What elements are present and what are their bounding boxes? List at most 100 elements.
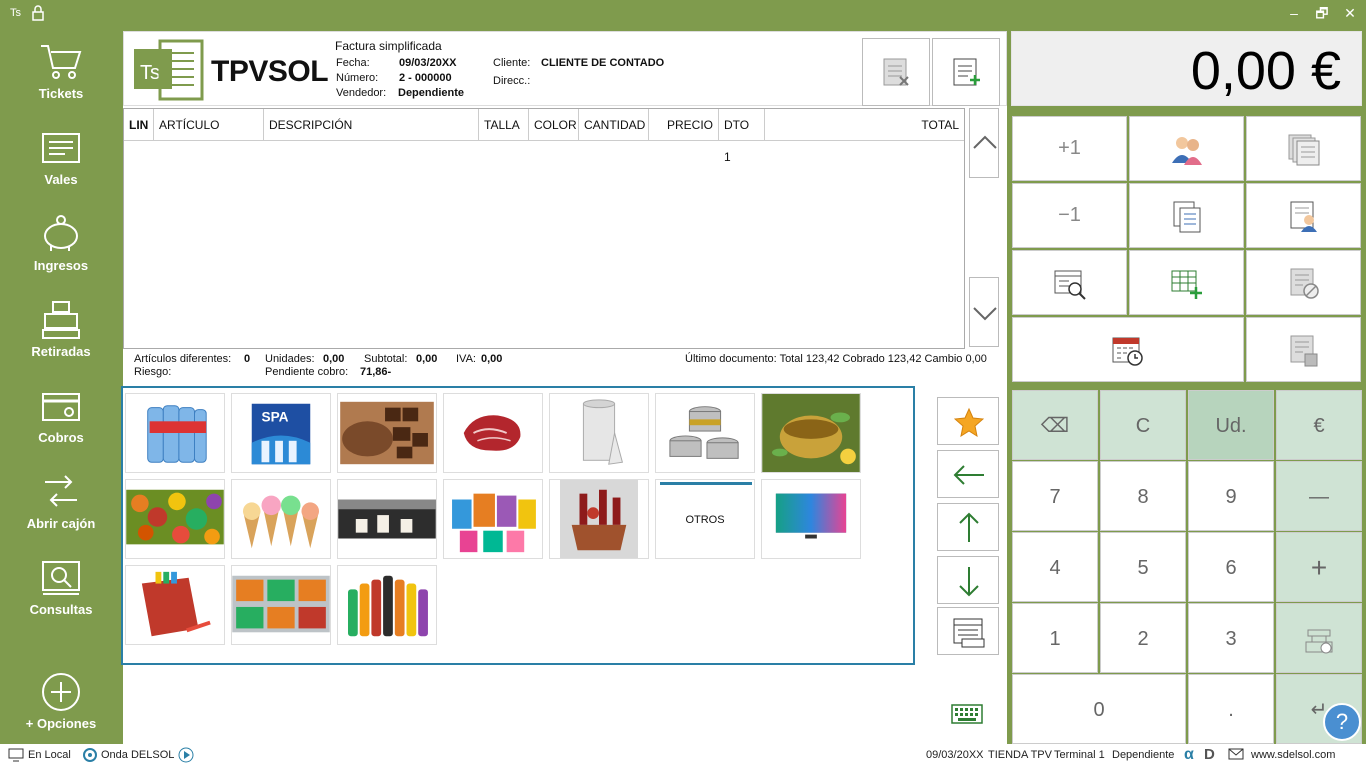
category-cleaning[interactable] <box>443 479 543 559</box>
key-7[interactable]: 7 <box>1012 461 1098 531</box>
plus-one-button[interactable]: +1 <box>1012 116 1127 181</box>
category-coffee[interactable] <box>337 479 437 559</box>
category-water-bottles[interactable] <box>125 393 225 473</box>
cleaning-image <box>444 480 542 558</box>
col-dto[interactable]: DTO 1 <box>719 109 765 164</box>
minimize-button[interactable]: – <box>1280 2 1308 24</box>
document-save-button[interactable] <box>1246 317 1361 382</box>
keyboard-button[interactable] <box>951 701 983 725</box>
category-spa-water[interactable]: SPA <box>231 393 331 473</box>
new-document-button[interactable] <box>932 38 1000 106</box>
close-button[interactable]: ✕ <box>1336 2 1364 24</box>
euro-key[interactable]: € <box>1276 390 1362 460</box>
cancel-document-list-button[interactable] <box>1246 250 1361 315</box>
chevron-down-icon <box>973 307 997 321</box>
clear-key[interactable]: C <box>1100 390 1186 460</box>
sidebar-item-opciones[interactable]: + Opciones <box>0 672 122 752</box>
col-articulo[interactable]: ARTÍCULO <box>154 109 264 141</box>
key-1[interactable]: 1 <box>1012 603 1098 673</box>
restore-button[interactable]: 🗗 <box>1308 2 1336 24</box>
category-fruits[interactable] <box>125 479 225 559</box>
category-otros[interactable]: OTROS <box>655 479 755 559</box>
category-tvs[interactable] <box>761 479 861 559</box>
d-icon[interactable]: D <box>1204 746 1215 763</box>
client-button[interactable] <box>1129 116 1244 181</box>
search-document-button[interactable] <box>1012 250 1127 315</box>
add-line-button[interactable] <box>1129 250 1244 315</box>
key-0[interactable]: 0 <box>1012 674 1186 744</box>
category-chocolate[interactable] <box>337 393 437 473</box>
play-icon[interactable] <box>178 747 194 766</box>
category-tins[interactable] <box>655 393 755 473</box>
back-button[interactable] <box>937 450 999 498</box>
key-8[interactable]: 8 <box>1100 461 1186 531</box>
col-total[interactable]: TOTAL <box>765 109 964 141</box>
scroll-up-button[interactable] <box>969 108 999 178</box>
backspace-key[interactable]: ⌫ <box>1012 390 1098 460</box>
stacked-documents-icon <box>1288 134 1320 166</box>
key-9[interactable]: 9 <box>1188 461 1274 531</box>
sidebar-item-abrir-cajon[interactable]: Abrir cajón <box>0 472 122 552</box>
scroll-down-button[interactable] <box>969 277 999 347</box>
chevron-up-icon <box>973 135 997 149</box>
search-icon <box>42 561 80 595</box>
help-icon[interactable]: ? <box>1323 703 1361 741</box>
category-ice-cream[interactable] <box>231 479 331 559</box>
new-document-icon <box>953 58 980 86</box>
alpha-icon[interactable]: α <box>1184 746 1194 764</box>
category-gift-basket[interactable] <box>549 479 649 559</box>
scroll-up-category-button[interactable] <box>937 503 999 551</box>
plus-key[interactable]: + <box>1276 532 1362 602</box>
minus-one-button[interactable]: −1 <box>1012 183 1127 248</box>
schedule-button[interactable] <box>1012 317 1244 382</box>
onda-delsol[interactable]: Onda DELSOL <box>101 749 174 761</box>
col-talla[interactable]: TALLA <box>479 109 529 141</box>
category-stationery[interactable] <box>125 565 225 645</box>
category-tea[interactable] <box>761 393 861 473</box>
key-5[interactable]: 5 <box>1100 532 1186 602</box>
copy-documents-button[interactable] <box>1129 183 1244 248</box>
sidebar-item-cobros[interactable]: Cobros <box>0 386 122 466</box>
fruits-image <box>126 480 224 558</box>
col-lin[interactable]: LIN <box>124 109 154 141</box>
client-document-button[interactable] <box>1246 183 1361 248</box>
scroll-down-category-button[interactable] <box>937 556 999 604</box>
key-2[interactable]: 2 <box>1100 603 1186 673</box>
documents-button[interactable] <box>1246 116 1361 181</box>
key-6[interactable]: 6 <box>1188 532 1274 602</box>
dot-key[interactable]: . <box>1188 674 1274 744</box>
category-meat[interactable] <box>443 393 543 473</box>
category-food-trays[interactable] <box>231 565 331 645</box>
sidebar-item-tickets[interactable]: Tickets <box>0 42 122 122</box>
category-paper-roll[interactable] <box>549 393 649 473</box>
col-descripcion[interactable]: DESCRIPCIÓN <box>264 109 479 141</box>
sidebar-item-consultas[interactable]: Consultas <box>0 558 122 638</box>
food-trays-image <box>232 566 330 644</box>
lock-icon[interactable] <box>31 5 45 26</box>
search-document-icon <box>1054 270 1086 300</box>
key-3[interactable]: 3 <box>1188 603 1274 673</box>
cancel-document-button[interactable] <box>862 38 930 106</box>
scale-key[interactable] <box>1276 603 1362 673</box>
unit-key[interactable]: Ud. <box>1188 390 1274 460</box>
cliente-value[interactable]: CLIENTE DE CONTADO <box>541 57 664 69</box>
delete-document-icon <box>883 58 909 86</box>
col-color[interactable]: COLOR <box>529 109 579 141</box>
sidebar-item-vales[interactable]: Vales <box>0 128 122 208</box>
col-cantidad[interactable]: CANTIDAD <box>579 109 649 141</box>
riesgo-label: Riesgo: <box>134 366 172 378</box>
product-list-button[interactable] <box>937 607 999 655</box>
col-precio[interactable]: PRECIO <box>649 109 719 141</box>
minus-key[interactable]: — <box>1276 461 1362 531</box>
key-4[interactable]: 4 <box>1012 532 1098 602</box>
iva-label: IVA: <box>456 353 476 365</box>
lines-table[interactable]: LIN ARTÍCULO DESCRIPCIÓN TALLA COLOR CAN… <box>123 108 965 349</box>
favorites-button[interactable] <box>937 397 999 445</box>
sidebar-item-retiradas[interactable]: Retiradas <box>0 300 122 380</box>
website-link[interactable]: www.sdelsol.com <box>1251 749 1335 761</box>
sidebar-item-label: Consultas <box>29 602 93 617</box>
category-grid: SPA OTROS <box>121 386 915 665</box>
sidebar-item-ingresos[interactable]: Ingresos <box>0 214 122 294</box>
mail-icon[interactable] <box>1228 748 1244 763</box>
category-soft-drinks[interactable] <box>337 565 437 645</box>
